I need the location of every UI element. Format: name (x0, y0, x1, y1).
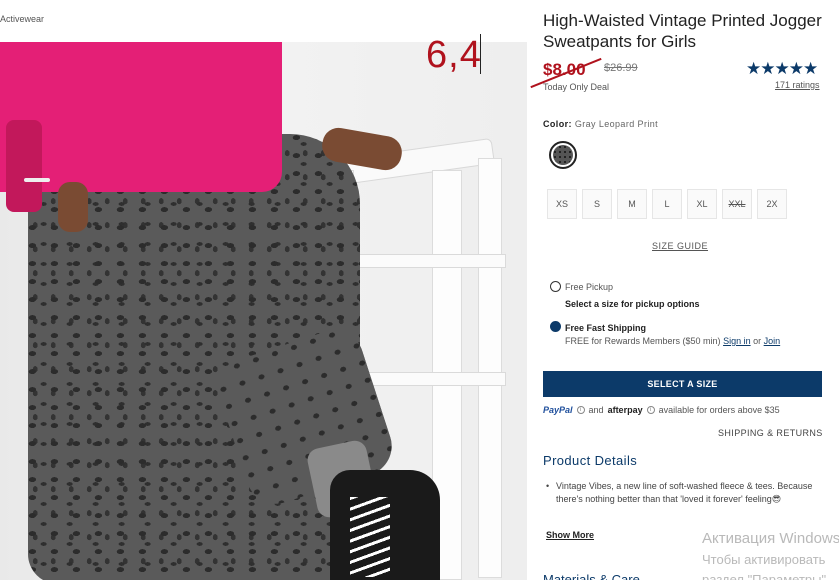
hand (58, 182, 88, 232)
watermark-line-1: Активация Windows (702, 530, 839, 547)
breadcrumb[interactable]: Activewear (0, 14, 44, 24)
afterpay-logo: afterpay (607, 405, 643, 415)
overlay-annotation: 6,4 (426, 34, 482, 76)
sign-in-link[interactable]: Sign in (723, 336, 751, 346)
size-option-s[interactable]: S (582, 189, 612, 219)
star-rating-icon[interactable]: ★★★★★ (746, 59, 818, 79)
size-option-l[interactable]: L (652, 189, 682, 219)
payment-note: available for orders above $35 (658, 405, 780, 415)
payment-options: PayPal i and afterpay i available for or… (543, 405, 780, 415)
windows-activation-watermark: Активация Windows Чтобы активировать раз… (702, 528, 839, 580)
shipping-returns-link[interactable]: SHIPPING & RETURNS (718, 428, 823, 438)
size-option-2x[interactable]: 2X (757, 189, 787, 219)
watermark-line-2: Чтобы активировать (702, 552, 826, 567)
shipping-note-text: FREE for Rewards Members ($50 min) (565, 336, 721, 346)
stool-leg (478, 158, 502, 578)
size-guide-link[interactable]: SIZE GUIDE (652, 241, 708, 251)
size-option-xxl[interactable]: XXL (722, 189, 752, 219)
select-size-button[interactable]: SELECT A SIZE (543, 371, 822, 397)
color-value: Gray Leopard Print (574, 119, 659, 129)
watermark-line-3: раздел "Параметры" (702, 572, 827, 580)
product-details-bullet: Vintage Vibes, a new line of soft-washed… (546, 480, 814, 505)
shipping-radio[interactable] (550, 321, 561, 332)
leopard-swatch-icon (553, 145, 573, 165)
bracelet (24, 178, 50, 182)
paypal-logo: PayPal (543, 405, 573, 415)
product-details-heading: Product Details (543, 453, 638, 468)
size-option-xl[interactable]: XL (687, 189, 717, 219)
join-link[interactable]: Join (764, 336, 781, 346)
size-option-xs[interactable]: XS (547, 189, 577, 219)
sweater-cuff (6, 120, 42, 212)
color-swatch[interactable] (549, 141, 577, 169)
sneaker-laces (350, 497, 390, 577)
or-text: or (753, 336, 762, 346)
stool-rung (356, 372, 506, 386)
original-price: $26.99 (604, 62, 638, 74)
pink-sweater (0, 42, 282, 192)
sale-price: $8.00 (543, 60, 586, 79)
size-option-m[interactable]: M (617, 189, 647, 219)
product-image[interactable] (0, 42, 527, 580)
shipping-note: FREE for Rewards Members ($50 min) Sign … (565, 336, 780, 346)
deal-label: Today Only Deal (543, 82, 610, 92)
shipping-label[interactable]: Free Fast Shipping (565, 323, 646, 333)
pickup-radio[interactable] (550, 281, 561, 292)
paypal-info-icon[interactable]: i (576, 406, 585, 414)
stool-rung (356, 254, 506, 268)
pickup-note: Select a size for pickup options (565, 299, 700, 309)
size-selector: XS S M L XL XXL 2X (547, 189, 787, 219)
color-label: Color: Gray Leopard Print (543, 119, 658, 129)
color-label-key: Color: (543, 119, 572, 129)
pickup-label[interactable]: Free Pickup (565, 282, 613, 292)
afterpay-info-icon[interactable]: i (646, 406, 655, 414)
ratings-link[interactable]: 171 ratings (775, 80, 820, 90)
materials-care-heading[interactable]: Materials & Care (543, 572, 640, 580)
text-caret (480, 34, 481, 74)
product-title: High-Waisted Vintage Printed Jogger Swea… (543, 11, 822, 51)
and-text: and (588, 405, 604, 415)
show-more-link[interactable]: Show More (546, 530, 594, 540)
